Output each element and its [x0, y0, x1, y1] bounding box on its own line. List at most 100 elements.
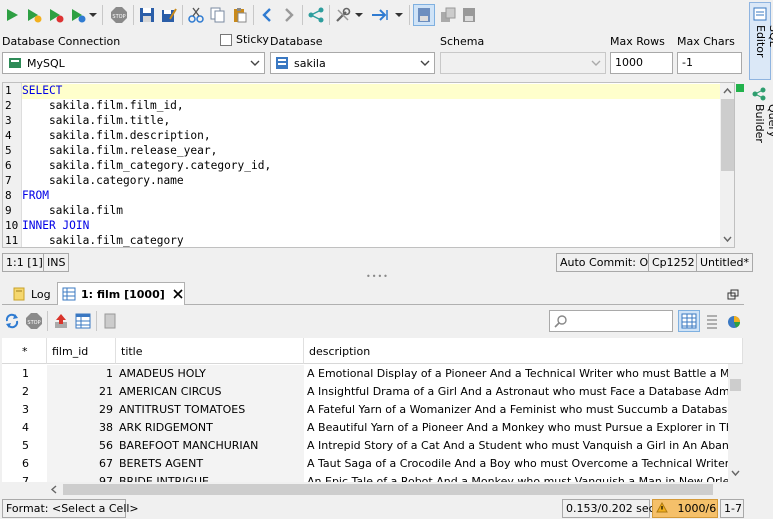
tab-query-builder[interactable]: Query Builder [749, 84, 773, 174]
restore-window-icon[interactable] [727, 289, 739, 301]
tools-dropdown-icon[interactable] [354, 5, 364, 25]
record-view-icon[interactable] [100, 311, 120, 331]
export-icon[interactable] [51, 311, 71, 331]
tab-sql-editor[interactable]: SQL Editor [749, 2, 773, 80]
row-number-header[interactable]: * [2, 338, 47, 364]
editor-scrollbar[interactable] [720, 83, 735, 247]
save-as-icon[interactable] [159, 5, 179, 25]
share-icon[interactable] [306, 5, 326, 25]
grid-hscroll-thumb[interactable] [63, 484, 713, 495]
code-line[interactable]: sakila.category.name [22, 174, 184, 187]
result-filter-input[interactable] [549, 310, 673, 332]
title-cell[interactable]: BRIDE INTRIGUE [116, 473, 304, 482]
max-rows-input[interactable]: 1000 [610, 52, 673, 74]
code-line[interactable]: SELECT [22, 84, 62, 97]
paste-icon[interactable] [230, 5, 250, 25]
table-row[interactable]: 7 97 BRIDE INTRIGUE An Epic Tale of a Robot… [2, 473, 743, 482]
scroll-left-icon[interactable] [49, 482, 59, 497]
film-id-cell[interactable]: 29 [47, 401, 116, 419]
column-header-description[interactable]: description [304, 338, 743, 364]
copy-icon[interactable] [208, 5, 228, 25]
refresh-icon[interactable] [2, 311, 22, 331]
grid-view-icon[interactable] [73, 311, 93, 331]
editor-scroll-thumb[interactable] [721, 99, 734, 171]
film-id-cell[interactable]: 21 [47, 383, 116, 401]
film-id-cell[interactable]: 67 [47, 455, 116, 473]
code-line[interactable]: sakila.film_category.category_id, [22, 159, 271, 172]
format-sql-icon[interactable] [370, 5, 390, 25]
table-row[interactable]: 1 1 AMADEUS HOLY A Emotional Display of a P… [2, 365, 743, 383]
description-cell[interactable]: A Fateful Yarn of a Womanizer And a Femi… [304, 401, 728, 419]
code-line[interactable]: sakila.film.film_id, [22, 99, 184, 112]
row-number-cell[interactable]: 5 [2, 437, 47, 455]
description-cell[interactable]: A Intrepid Story of a Cat And a Student … [304, 437, 728, 455]
stop-icon[interactable]: STOP [109, 5, 129, 25]
film-id-cell[interactable]: 56 [47, 437, 116, 455]
result-grid[interactable]: * film_id title description 1 1 AMADEUS HO… [2, 338, 743, 482]
stop-fetch-icon[interactable]: STOP [24, 311, 44, 331]
tab-film-results[interactable]: 1: film [1000] [57, 282, 185, 305]
run-step-icon[interactable] [24, 5, 44, 25]
code-line[interactable]: sakila.film.release_year, [22, 144, 217, 157]
run-icon[interactable] [2, 5, 22, 25]
title-cell[interactable]: BERETS AGENT [116, 455, 304, 473]
column-header-title[interactable]: title [116, 338, 304, 364]
max-chars-input[interactable]: -1 [677, 52, 742, 74]
grid-vertical-scrollbar[interactable] [728, 364, 743, 482]
table-row[interactable]: 4 38 ARK RIDGEMONT A Beautiful Yarn of a Pi… [2, 419, 743, 437]
title-cell[interactable]: ARK RIDGEMONT [116, 419, 304, 437]
format-dropdown-icon[interactable] [394, 5, 404, 25]
chart-view-icon[interactable] [724, 311, 744, 331]
row-number-cell[interactable]: 4 [2, 419, 47, 437]
text-layout-icon[interactable] [702, 311, 722, 331]
table-layout-icon[interactable] [678, 310, 700, 332]
row-number-cell[interactable]: 3 [2, 401, 47, 419]
title-cell[interactable]: AMADEUS HOLY [116, 365, 304, 383]
film-id-cell[interactable]: 38 [47, 419, 116, 437]
run-stop-icon[interactable] [46, 5, 66, 25]
results-panel-icon[interactable] [413, 4, 435, 26]
row-number-cell[interactable]: 7 [2, 473, 47, 482]
scroll-up-icon[interactable] [720, 85, 735, 97]
description-cell[interactable]: A Beautiful Yarn of a Pioneer And a Monk… [304, 419, 728, 437]
title-cell[interactable]: AMERICAN CIRCUS [116, 383, 304, 401]
cut-icon[interactable] [186, 5, 206, 25]
schema-select[interactable] [440, 52, 606, 74]
description-cell[interactable]: A Emotional Display of a Pioneer And a T… [304, 365, 728, 383]
row-number-cell[interactable]: 6 [2, 455, 47, 473]
film-id-cell[interactable]: 97 [47, 473, 116, 482]
table-row[interactable]: 5 56 BAREFOOT MANCHURIAN A Intrepid Story o… [2, 437, 743, 455]
sql-editor[interactable]: 1 2 3 4 5 6 7 8 9 10 11 SELECT sakila.film.film_id… [2, 82, 735, 248]
database-select[interactable]: sakila [270, 52, 435, 74]
title-cell[interactable]: BAREFOOT MANCHURIAN [116, 437, 304, 455]
close-icon[interactable] [173, 289, 183, 299]
code-line[interactable]: sakila.film.title, [22, 114, 170, 127]
split-view-icon[interactable] [438, 5, 458, 25]
description-cell[interactable]: A Insightful Drama of a Girl And a Astro… [304, 383, 728, 401]
title-cell[interactable]: ANTITRUST TOMATOES [116, 401, 304, 419]
table-row[interactable]: 2 21 AMERICAN CIRCUS A Insightful Drama of … [2, 383, 743, 401]
code-line[interactable]: sakila.film.description, [22, 129, 211, 142]
code-line[interactable]: FROM [22, 189, 49, 202]
row-number-cell[interactable]: 1 [2, 365, 47, 383]
forward-icon[interactable] [279, 5, 299, 25]
auto-commit-status[interactable]: Auto Commit: ON [556, 253, 661, 272]
back-icon[interactable] [257, 5, 277, 25]
code-line[interactable]: sakila.film [22, 204, 123, 217]
maximize-results-icon[interactable] [459, 5, 479, 25]
description-cell[interactable]: A Taut Saga of a Crocodile And a Boy who… [304, 455, 728, 473]
code-line[interactable]: INNER JOIN [22, 219, 89, 232]
tools-icon[interactable] [333, 5, 353, 25]
table-row[interactable]: 3 29 ANTITRUST TOMATOES A Fateful Yarn of a… [2, 401, 743, 419]
grid-horizontal-scrollbar[interactable] [47, 482, 728, 497]
description-cell[interactable]: An Epic Tale of a Robot And a Monkey who… [304, 473, 728, 482]
sticky-checkbox[interactable] [220, 34, 232, 46]
scroll-down-icon[interactable] [720, 233, 735, 245]
film-id-cell[interactable]: 1 [47, 365, 116, 383]
run-dropdown-icon[interactable] [88, 5, 98, 25]
connection-select[interactable]: MySQL [2, 52, 265, 74]
grid-vscroll-thumb[interactable] [730, 379, 741, 391]
column-header-film-id[interactable]: film_id [47, 338, 116, 364]
save-icon[interactable] [137, 5, 157, 25]
splitter-grip-icon[interactable]: •••• [366, 272, 389, 281]
